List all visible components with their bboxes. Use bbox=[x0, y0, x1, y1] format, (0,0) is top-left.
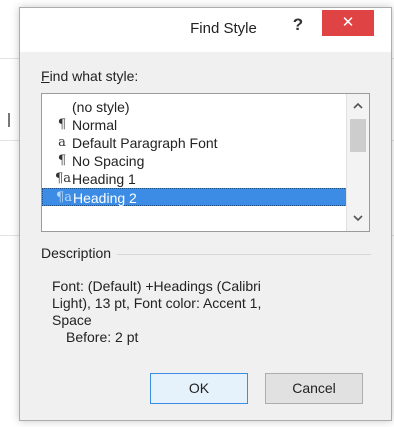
find-style-dialog: Find Style ? ✕ Find what style: (no styl… bbox=[19, 7, 392, 421]
list-item-label: Default Paragraph Font bbox=[72, 135, 218, 151]
linked-style-icon: ¶a bbox=[55, 171, 72, 186]
style-listbox[interactable]: (no style) ¶ Normal a Default Paragraph … bbox=[41, 93, 370, 232]
close-icon: ✕ bbox=[341, 14, 355, 31]
scroll-down-chevron-icon[interactable] bbox=[347, 211, 369, 227]
text-cursor-mark bbox=[8, 113, 10, 127]
access-key: F bbox=[41, 68, 50, 84]
description-line: Space bbox=[52, 312, 92, 328]
description-line: Light), 13 pt, Font color: Accent 1, bbox=[52, 295, 262, 311]
scroll-thumb[interactable] bbox=[350, 119, 366, 152]
list-item[interactable]: ¶a Heading 1 bbox=[42, 170, 347, 188]
paragraph-icon: ¶ bbox=[57, 153, 67, 168]
scroll-up-chevron-icon[interactable] bbox=[347, 98, 369, 114]
find-what-style-label: Find what style: bbox=[41, 68, 138, 84]
close-button[interactable]: ✕ bbox=[322, 10, 374, 36]
list-item-label: Heading 1 bbox=[72, 171, 136, 187]
description-line: Before: 2 pt bbox=[66, 329, 139, 345]
description-text: Font: (Default) +Headings (Calibri Light… bbox=[52, 278, 352, 346]
list-item-label: Heading 2 bbox=[73, 190, 137, 206]
list-item[interactable]: (no style) bbox=[42, 98, 347, 116]
cancel-button[interactable]: Cancel bbox=[265, 373, 363, 404]
list-item[interactable]: ¶ No Spacing bbox=[42, 152, 347, 170]
list-item-selected[interactable]: ¶a Heading 2 bbox=[42, 188, 347, 206]
listbox-scrollbar[interactable] bbox=[346, 94, 369, 231]
ok-button[interactable]: OK bbox=[150, 373, 248, 404]
paragraph-icon: ¶ bbox=[57, 117, 67, 132]
find-label-text: ind what style: bbox=[49, 68, 139, 84]
description-line: Font: (Default) +Headings (Calibri bbox=[52, 278, 261, 294]
help-button[interactable]: ? bbox=[282, 12, 314, 38]
list-item[interactable]: ¶ Normal bbox=[42, 116, 347, 134]
description-heading: Description bbox=[41, 245, 118, 261]
list-item-label: (no style) bbox=[72, 99, 130, 115]
list-item-label: No Spacing bbox=[72, 153, 145, 169]
title-bar: Find Style ? ✕ bbox=[20, 8, 391, 52]
list-item-label: Normal bbox=[72, 117, 118, 133]
list-item[interactable]: a Default Paragraph Font bbox=[42, 134, 347, 152]
linked-style-icon: ¶a bbox=[56, 190, 73, 205]
character-style-icon: a bbox=[58, 135, 66, 150]
